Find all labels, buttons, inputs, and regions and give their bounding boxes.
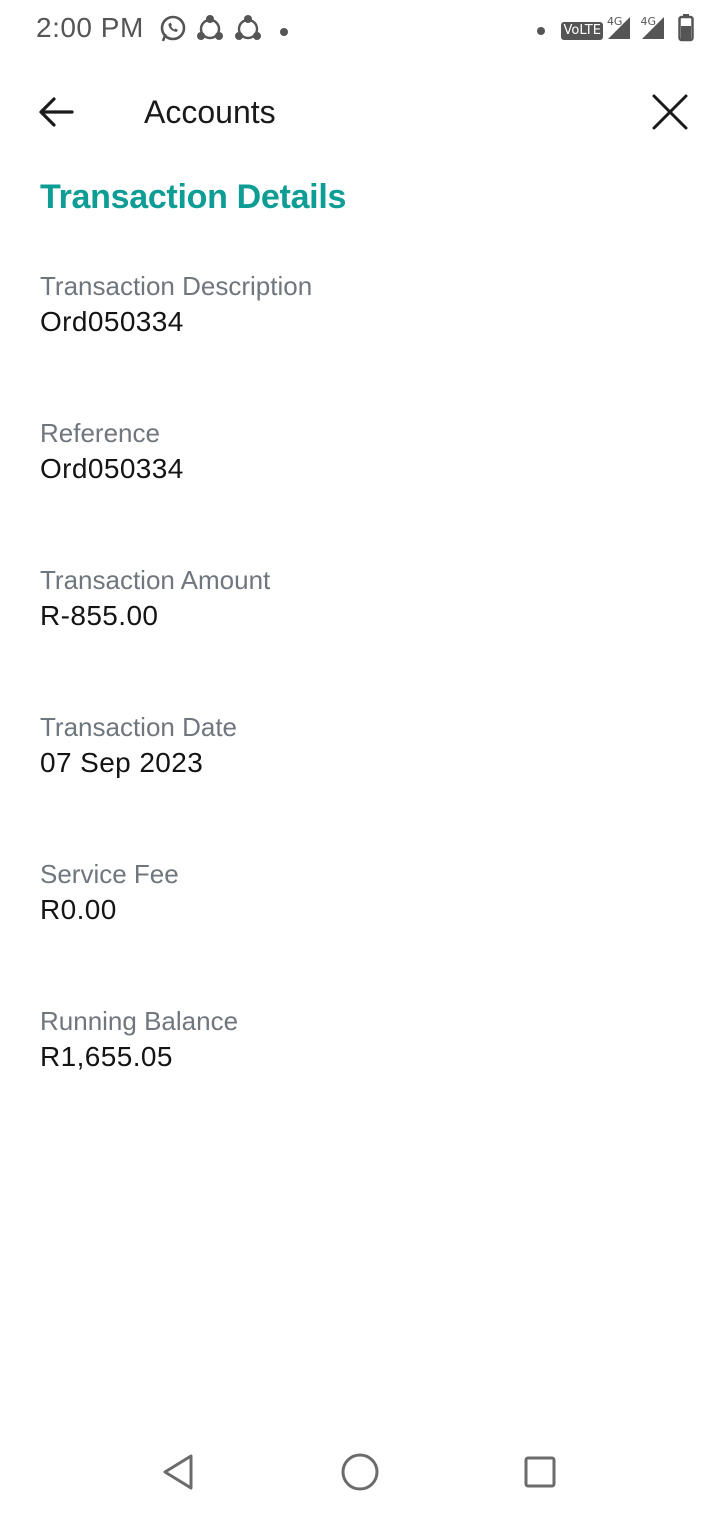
- nav-home-button[interactable]: [334, 1448, 386, 1500]
- home-circle-icon: [340, 1452, 380, 1497]
- share-icon: [194, 14, 226, 49]
- arrow-left-icon: [38, 96, 74, 133]
- close-icon: [652, 94, 688, 135]
- close-button[interactable]: [644, 88, 696, 140]
- detail-value: R1,655.05: [40, 1041, 173, 1072]
- section-title: Transaction Details: [40, 178, 347, 216]
- whatsapp-icon: [158, 14, 188, 49]
- detail-label: Service Fee: [40, 859, 179, 889]
- app-header: Accounts: [0, 70, 720, 158]
- volte-badge: VoLTE: [561, 21, 603, 40]
- detail-label: Transaction Description: [40, 271, 313, 301]
- detail-value: R0.00: [40, 894, 117, 925]
- detail-label: Transaction Amount: [40, 565, 271, 595]
- screen: 2:00 PM VoLTE 4G 4G Accounts Transaction…: [0, 0, 720, 1520]
- nav-recents-button[interactable]: [514, 1448, 566, 1500]
- notification-dot: [280, 27, 288, 36]
- status-icons-right: VoLTE 4G 4G: [537, 14, 694, 47]
- back-triangle-icon: [161, 1453, 195, 1496]
- status-bar: 2:00 PM VoLTE 4G 4G: [0, 0, 720, 60]
- system-nav-bar: [0, 1432, 720, 1512]
- back-button[interactable]: [30, 90, 82, 138]
- network-type-label: 4G: [640, 15, 656, 28]
- detail-value: Ord050334: [40, 306, 184, 337]
- detail-transaction-amount: Transaction Amount R-855.00: [40, 562, 680, 709]
- recents-square-icon: [523, 1455, 557, 1494]
- page-title: Accounts: [144, 94, 276, 130]
- detail-value: Ord050334: [40, 453, 184, 484]
- nav-back-button[interactable]: [152, 1448, 204, 1500]
- detail-service-fee: Service Fee R0.00: [40, 856, 680, 1003]
- status-icons-left: [158, 14, 288, 49]
- battery-icon: [678, 14, 694, 47]
- detail-transaction-description: Transaction Description Ord050334: [40, 268, 680, 415]
- detail-value: 07 Sep 2023: [40, 747, 204, 778]
- detail-value: R-855.00: [40, 600, 159, 631]
- notification-dot: [537, 26, 546, 35]
- share-icon: [232, 14, 264, 49]
- detail-running-balance: Running Balance R1,655.05: [40, 1003, 680, 1150]
- network-type-label: 4G: [606, 15, 623, 28]
- detail-label: Reference: [40, 418, 160, 448]
- detail-reference: Reference Ord050334: [40, 415, 680, 562]
- status-time: 2:00 PM: [36, 12, 144, 43]
- transaction-details-list: Transaction Description Ord050334 Refere…: [40, 268, 680, 1150]
- detail-label: Running Balance: [40, 1006, 239, 1036]
- detail-label: Transaction Date: [40, 712, 238, 742]
- detail-transaction-date: Transaction Date 07 Sep 2023: [40, 709, 680, 856]
